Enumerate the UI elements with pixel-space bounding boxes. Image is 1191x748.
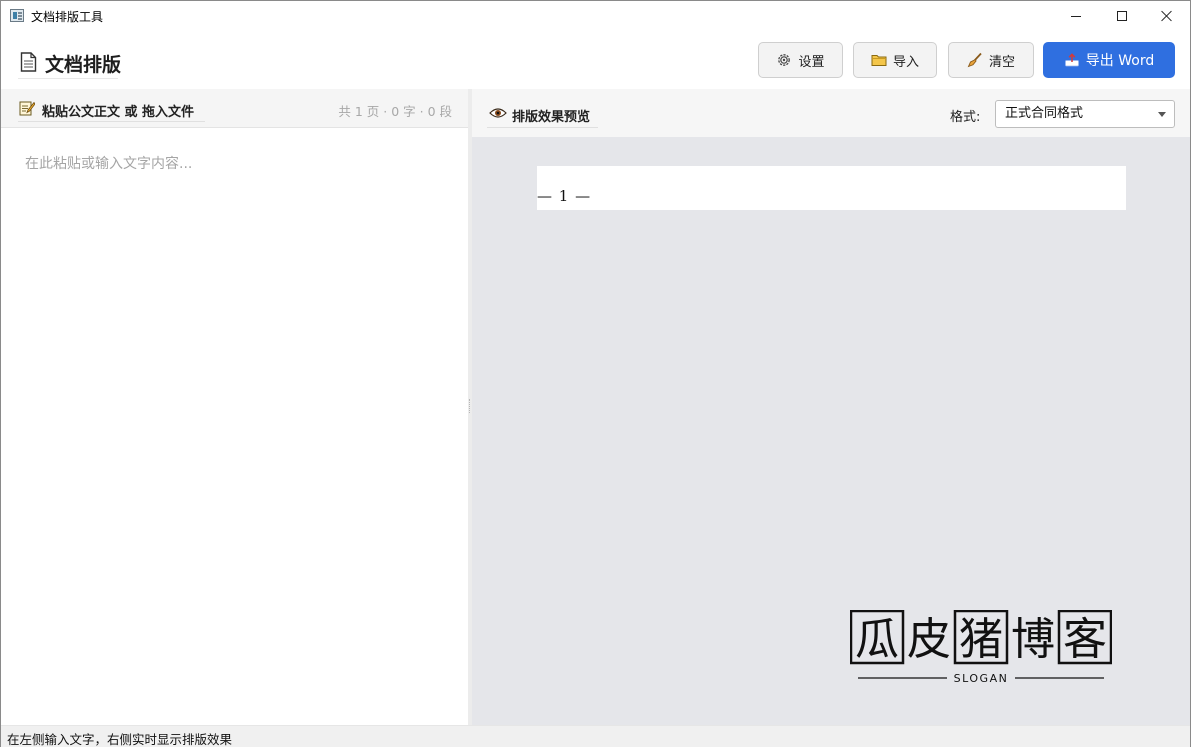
preview-panel-title: 排版效果预览 (512, 110, 591, 125)
maximize-button[interactable] (1099, 1, 1145, 31)
preview-panel: 排版效果预览 格式: 正式合同格式 — 1 — 瓜 皮 猪 博 客 SLOGAN (472, 89, 1190, 725)
preview-panel-header: 排版效果预览 格式: 正式合同格式 (472, 89, 1190, 137)
title-bar: 文档排版工具 (1, 1, 1190, 31)
format-select[interactable]: 正式合同格式 (995, 100, 1175, 128)
svg-text:皮: 皮 (907, 614, 951, 665)
svg-text:瓜: 瓜 (855, 614, 899, 665)
title-divider (18, 78, 118, 79)
input-title-divider (18, 121, 205, 122)
preview-title-divider (487, 127, 598, 128)
splitter-grip[interactable] (469, 399, 471, 413)
blog-watermark-logo: 瓜 皮 猪 博 客 SLOGAN (850, 610, 1112, 685)
clear-button[interactable]: 清空 (948, 42, 1034, 78)
svg-text:SLOGAN: SLOGAN (954, 672, 1009, 685)
svg-text:猪: 猪 (959, 614, 1003, 665)
settings-button-label: 设置 (798, 54, 825, 70)
status-text: 在左侧输入文字，右侧实时显示排版效果 (7, 732, 233, 747)
page-title: 文档排版 (45, 54, 122, 76)
import-button[interactable]: 导入 (853, 42, 937, 78)
minimize-icon (1071, 15, 1081, 17)
edit-note-icon (19, 101, 35, 116)
status-bar: 在左侧输入文字，右侧实时显示排版效果 (1, 725, 1190, 747)
eye-icon (489, 108, 507, 118)
document-icon (20, 52, 37, 72)
folder-icon (871, 55, 887, 66)
close-button[interactable] (1144, 1, 1190, 31)
input-panel: 粘贴公文正文 或 拖入文件 共 1 页 · 0 字 · 0 段 (1, 89, 468, 725)
svg-text:客: 客 (1063, 614, 1107, 665)
import-button-label: 导入 (892, 54, 919, 70)
svg-text:博: 博 (1011, 614, 1055, 665)
export-word-button[interactable]: 导出 Word (1043, 42, 1175, 78)
broom-icon (967, 52, 982, 68)
export-button-label: 导出 Word (1085, 53, 1155, 69)
clear-button-label: 清空 (988, 54, 1015, 70)
minimize-button[interactable] (1053, 1, 1099, 31)
input-panel-header: 粘贴公文正文 或 拖入文件 共 1 页 · 0 字 · 0 段 (1, 89, 468, 128)
document-stats: 共 1 页 · 0 字 · 0 段 (338, 104, 452, 119)
chevron-down-icon (1158, 112, 1166, 117)
app-header: 文档排版 设置 导入 清空 导出 Word (1, 31, 1190, 89)
input-panel-title: 粘贴公文正文 或 拖入文件 (42, 105, 195, 120)
app-window: 文档排版工具 文档排版 设置 导入 清空 导出 Word 粘贴公文正文 或 拖入… (0, 0, 1191, 747)
format-select-value: 正式合同格式 (1005, 106, 1084, 121)
format-label: 格式: (950, 110, 981, 125)
gear-icon (778, 54, 791, 66)
page-number: — 1 — (537, 187, 592, 205)
settings-button[interactable]: 设置 (758, 42, 843, 78)
preview-page: — 1 — (537, 166, 1126, 210)
app-icon (10, 9, 24, 22)
text-editor[interactable] (1, 129, 468, 725)
close-icon (1161, 10, 1173, 22)
window-title: 文档排版工具 (31, 10, 104, 24)
maximize-icon (1117, 11, 1127, 21)
export-icon (1064, 53, 1079, 67)
